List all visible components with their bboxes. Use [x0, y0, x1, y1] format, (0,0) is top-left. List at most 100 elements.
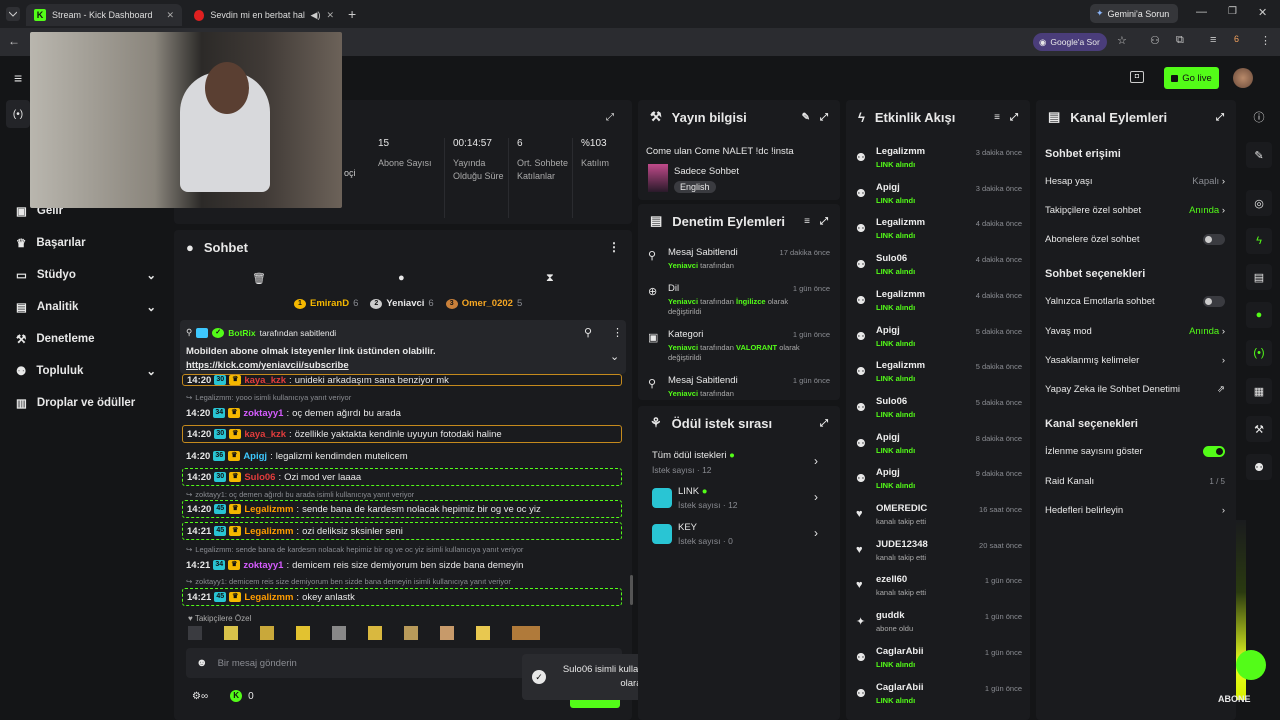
hamburger-icon[interactable]: ≡: [14, 70, 22, 86]
nav-droplar[interactable]: ▥ Droplar ve ödüller: [16, 396, 135, 410]
tab-youtube[interactable]: Sevdin mi en berbat halim ◀) ✕: [186, 4, 342, 26]
message-username[interactable]: Sulo06: [244, 472, 275, 483]
message-username[interactable]: Legalizmm: [244, 526, 293, 537]
slow-mode-row[interactable]: Yavaş mod Anında ›: [1045, 326, 1225, 337]
stream-nav-icon[interactable]: (•): [6, 100, 30, 128]
chat-message[interactable]: 14:21 45 ♛ Legalizmm: okey anlastk: [182, 588, 622, 606]
popout-icon[interactable]: ⤢: [820, 418, 828, 429]
google-ask-button[interactable]: ◉ Google'a Sor: [1033, 33, 1107, 51]
trash-icon[interactable]: 🗑: [252, 272, 266, 285]
nav-topluluk[interactable]: ⚉ Topluluk ⌄: [16, 364, 156, 378]
chat-message[interactable]: 14:20 36 ♛ Apigj: legalizmi kendimden muteli…: [182, 447, 622, 465]
avatar[interactable]: [1233, 68, 1253, 88]
chat-icon[interactable]: ●: [1246, 302, 1272, 328]
settings-icon[interactable]: ⚙∞: [192, 691, 208, 702]
back-icon[interactable]: ←: [8, 34, 20, 48]
speaker-icon[interactable]: ◀): [311, 10, 321, 21]
document-icon[interactable]: ▤: [1246, 264, 1272, 290]
extension-icon[interactable]: ⚇: [1150, 34, 1160, 47]
popout-icon[interactable]: ⤢: [820, 216, 828, 227]
filter-icon[interactable]: ≡: [804, 216, 810, 227]
puzzle-icon[interactable]: ⧉: [1176, 34, 1184, 47]
capture-icon[interactable]: ◎: [1246, 190, 1272, 216]
emote[interactable]: [332, 626, 346, 640]
pinned-link[interactable]: https://kick.com/yeniavcii/subscribe: [186, 360, 349, 371]
activity-event[interactable]: ⚉ Apigj LINK alındı 5 dakika önce: [852, 325, 1032, 359]
close-icon[interactable]: ✕: [166, 10, 174, 21]
star-icon[interactable]: ☆: [1117, 34, 1127, 47]
popout-icon[interactable]: ⤢: [820, 112, 828, 123]
activity-event[interactable]: ♥ OMEREDIC kanalı takip etti 16 saat önce: [852, 503, 1032, 537]
menu-icon[interactable]: ⋮: [1260, 34, 1271, 47]
activity-event[interactable]: ⚉ CaglarAbii LINK alındı 1 gün önce: [852, 646, 1032, 680]
info-icon[interactable]: ⓘ: [1246, 104, 1272, 130]
activity-event[interactable]: ⚉ Apigj LINK alındı 9 dakika önce: [852, 467, 1032, 501]
emote[interactable]: [188, 626, 202, 640]
message-username[interactable]: kaya_kzk: [244, 375, 286, 386]
broadcast-icon[interactable]: (•): [1246, 340, 1272, 366]
activity-event[interactable]: ⚉ Sulo06 LINK alındı 5 dakika önce: [852, 396, 1032, 430]
mod-action-item[interactable]: ▣ Kategori 1 gün önce Yeniavci tarafından V…: [646, 329, 834, 369]
close-icon[interactable]: ✕: [326, 10, 334, 21]
tab-list-icon[interactable]: [6, 7, 20, 21]
nav-denetleme[interactable]: ⚒ Denetleme: [16, 332, 94, 346]
new-tab-icon[interactable]: +: [348, 6, 356, 22]
subs-only-toggle[interactable]: [1203, 234, 1225, 245]
profile-badge[interactable]: 6: [1234, 34, 1239, 44]
chat-filter-icon[interactable]: ●: [398, 272, 405, 284]
unpin-icon[interactable]: ⚲: [584, 326, 592, 339]
activity-event[interactable]: ⚉ Legalizmm LINK alındı 3 dakika önce: [852, 146, 1032, 180]
message-username[interactable]: Legalizmm: [244, 504, 293, 515]
more-icon[interactable]: ⋮: [608, 240, 620, 254]
send-button[interactable]: [570, 700, 620, 708]
queue-icon[interactable]: ≡: [1210, 34, 1216, 46]
followers-only-row[interactable]: Takipçilere özel sohbet Anında ›: [1045, 205, 1225, 216]
bolt-icon[interactable]: ϟ: [1246, 228, 1272, 254]
activity-event[interactable]: ⚉ Legalizmm LINK alındı 5 dakika önce: [852, 360, 1032, 394]
goals-row[interactable]: Hedefleri belirleyin ›: [1045, 505, 1225, 516]
activity-event[interactable]: ⚉ Sulo06 LINK alındı 4 dakika önce: [852, 253, 1032, 287]
emote[interactable]: [260, 626, 274, 640]
emote[interactable]: [512, 626, 540, 640]
all-rewards-row[interactable]: Tüm ödül istekleri ● İstek sayısı · 12 ›: [652, 450, 832, 475]
chat-message[interactable]: 14:20 30 ♛ kaya_kzk: unideki arkadaşım sana …: [182, 374, 622, 386]
chat-message[interactable]: 14:21 45 ♛ Legalizmm: ozi deliksiz sksinler …: [182, 522, 622, 540]
minimize-icon[interactable]: —: [1196, 6, 1207, 18]
go-live-button[interactable]: Go live: [1164, 67, 1219, 89]
maximize-icon[interactable]: ❐: [1228, 6, 1237, 17]
banned-words-row[interactable]: Yasaklanmış kelimeler ›: [1045, 355, 1225, 366]
filter-icon[interactable]: ≡: [994, 112, 1000, 123]
emote-only-toggle[interactable]: [1203, 296, 1225, 307]
activity-event[interactable]: ⚉ CaglarAbii LINK alındı 1 gün önce: [852, 682, 1032, 716]
studio-icon[interactable]: ◘: [1130, 71, 1144, 83]
activity-event[interactable]: ♥ ezell60 kanalı takip etti 1 gün önce: [852, 574, 1032, 608]
activity-event[interactable]: ♥ JUDE12348 kanalı takip etti 20 saat önce: [852, 539, 1032, 573]
show-views-toggle[interactable]: [1203, 446, 1225, 457]
message-username[interactable]: Legalizmm: [244, 592, 293, 603]
gemini-button[interactable]: ✦ Gemini'a Sorun: [1090, 4, 1178, 23]
popout-icon[interactable]: ⤢: [1216, 112, 1224, 123]
nav-analitik[interactable]: ▤ Analitik ⌄: [16, 300, 156, 314]
emote[interactable]: [476, 626, 490, 640]
activity-event[interactable]: ⚉ Apigj LINK alındı 3 dakika önce: [852, 182, 1032, 216]
raid-row[interactable]: Raid Kanalı 1 / 5: [1045, 476, 1225, 487]
leader-1[interactable]: 1 EmiranD 6: [294, 298, 358, 309]
edit-icon[interactable]: ✎: [1246, 142, 1272, 168]
nav-basarilar[interactable]: ♛ Başarılar: [16, 236, 86, 250]
message-username[interactable]: zoktayy1: [243, 408, 283, 419]
chevron-down-icon[interactable]: ⌄: [610, 350, 619, 363]
message-username[interactable]: zoktayy1: [243, 560, 283, 571]
emote[interactable]: [224, 626, 238, 640]
tab-kick-dashboard[interactable]: K Stream - Kick Dashboard ✕: [26, 4, 182, 26]
nav-studyo[interactable]: ▭ Stüdyo ⌄: [16, 268, 156, 282]
emoji-icon[interactable]: ☻: [196, 657, 208, 669]
chat-message[interactable]: 14:20 45 ♛ Legalizmm: sende bana de kardesm …: [182, 500, 622, 518]
popout-icon[interactable]: ⤢: [1010, 112, 1018, 123]
hourglass-icon[interactable]: ⧗: [546, 272, 554, 285]
mod-action-item[interactable]: ⊕ Dil 1 gün önce Yeniavci tarafından İngili…: [646, 283, 834, 323]
layout-icon[interactable]: ▦: [1246, 378, 1272, 404]
emote[interactable]: [296, 626, 310, 640]
popout-icon[interactable]: ⤢: [606, 112, 614, 123]
wrench-icon[interactable]: ⚒: [1246, 416, 1272, 442]
chat-message[interactable]: 14:20 30 ♛ Sulo06: Ozi mod ver laaaa: [182, 468, 622, 486]
